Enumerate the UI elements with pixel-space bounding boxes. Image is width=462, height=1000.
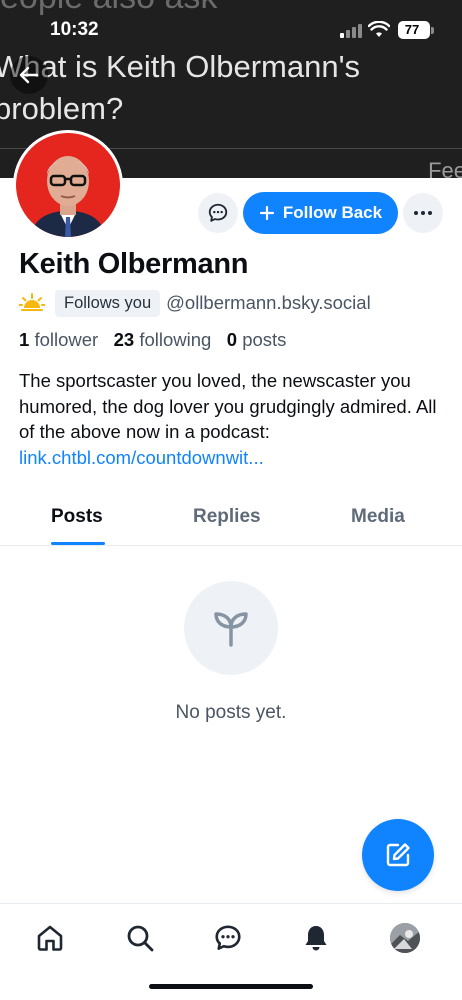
arrow-left-icon — [19, 66, 39, 84]
plus-icon — [259, 205, 275, 221]
banner-corner-text: Fee — [428, 158, 462, 178]
compose-post-button[interactable] — [362, 819, 434, 891]
active-tab-indicator — [51, 542, 105, 545]
chat-bubble-icon — [208, 203, 228, 222]
status-time: 10:32 — [50, 19, 99, 40]
compose-icon — [386, 843, 410, 867]
profile-stats: 1 follower 23 following 0 posts — [19, 329, 286, 351]
search-icon — [127, 925, 154, 952]
follows-you-badge: Follows you — [55, 289, 161, 317]
nav-chat[interactable] — [210, 920, 246, 956]
followers-count: 1 — [19, 329, 30, 350]
profile-bio: The sportscaster you loved, the newscast… — [19, 368, 444, 470]
posts-count: 0 — [226, 329, 238, 350]
avatar-thumbnail-icon — [390, 923, 420, 953]
handle-row: Follows you @ollbermann.bsky.social — [19, 288, 371, 318]
followers-link[interactable]: 1 follower — [19, 329, 98, 350]
nav-notifications[interactable] — [298, 920, 334, 956]
user-avatar — [390, 923, 420, 953]
following-label: following — [139, 329, 212, 350]
more-options-button[interactable] — [403, 193, 443, 233]
person-portrait-icon — [16, 133, 120, 237]
posts-label: posts — [242, 329, 287, 350]
seedling-icon — [214, 612, 248, 647]
tab-posts[interactable]: Posts — [51, 506, 103, 528]
wifi-icon — [368, 21, 390, 37]
sunrise-icon — [19, 293, 45, 311]
bio-link[interactable]: link.chtbl.com/countdownwit... — [19, 445, 444, 471]
profile-tabs: Posts Replies Media — [0, 502, 462, 546]
home-indicator — [149, 984, 313, 989]
bio-text: The sportscaster you loved, the newscast… — [19, 370, 437, 442]
user-handle: @ollbermann.bsky.social — [166, 292, 371, 313]
back-button[interactable] — [10, 56, 48, 94]
posts-stat: 0 posts — [227, 329, 287, 350]
nav-profile[interactable] — [387, 920, 423, 956]
ellipsis-icon — [414, 211, 432, 215]
avatar-photo — [16, 133, 120, 237]
tab-media[interactable]: Media — [351, 506, 405, 528]
empty-state-icon-container — [184, 581, 278, 675]
following-link[interactable]: 23 following — [114, 329, 212, 350]
battery-tip — [431, 27, 434, 34]
battery-level: 77 — [404, 22, 420, 37]
follow-back-label: Follow Back — [282, 203, 383, 222]
battery-icon: 77 — [398, 21, 430, 39]
message-button[interactable] — [198, 193, 238, 233]
following-count: 23 — [113, 329, 135, 350]
nav-search[interactable] — [122, 920, 158, 956]
bell-icon — [305, 926, 327, 951]
empty-state-text: No posts yet. — [175, 702, 287, 723]
followers-label: follower — [34, 329, 99, 350]
display-name: Keith Olbermann — [19, 248, 249, 280]
nav-home[interactable] — [32, 920, 68, 956]
banner-title: What is Keith Olbermann's problem? — [0, 49, 361, 126]
home-icon — [37, 925, 63, 951]
tab-replies[interactable]: Replies — [193, 506, 261, 528]
chat-icon — [215, 925, 241, 950]
profile-avatar[interactable] — [13, 130, 123, 240]
status-bar: 10:32 77 — [0, 0, 462, 58]
cellular-signal-icon — [340, 24, 362, 38]
follow-back-button[interactable]: Follow Back — [243, 192, 398, 234]
